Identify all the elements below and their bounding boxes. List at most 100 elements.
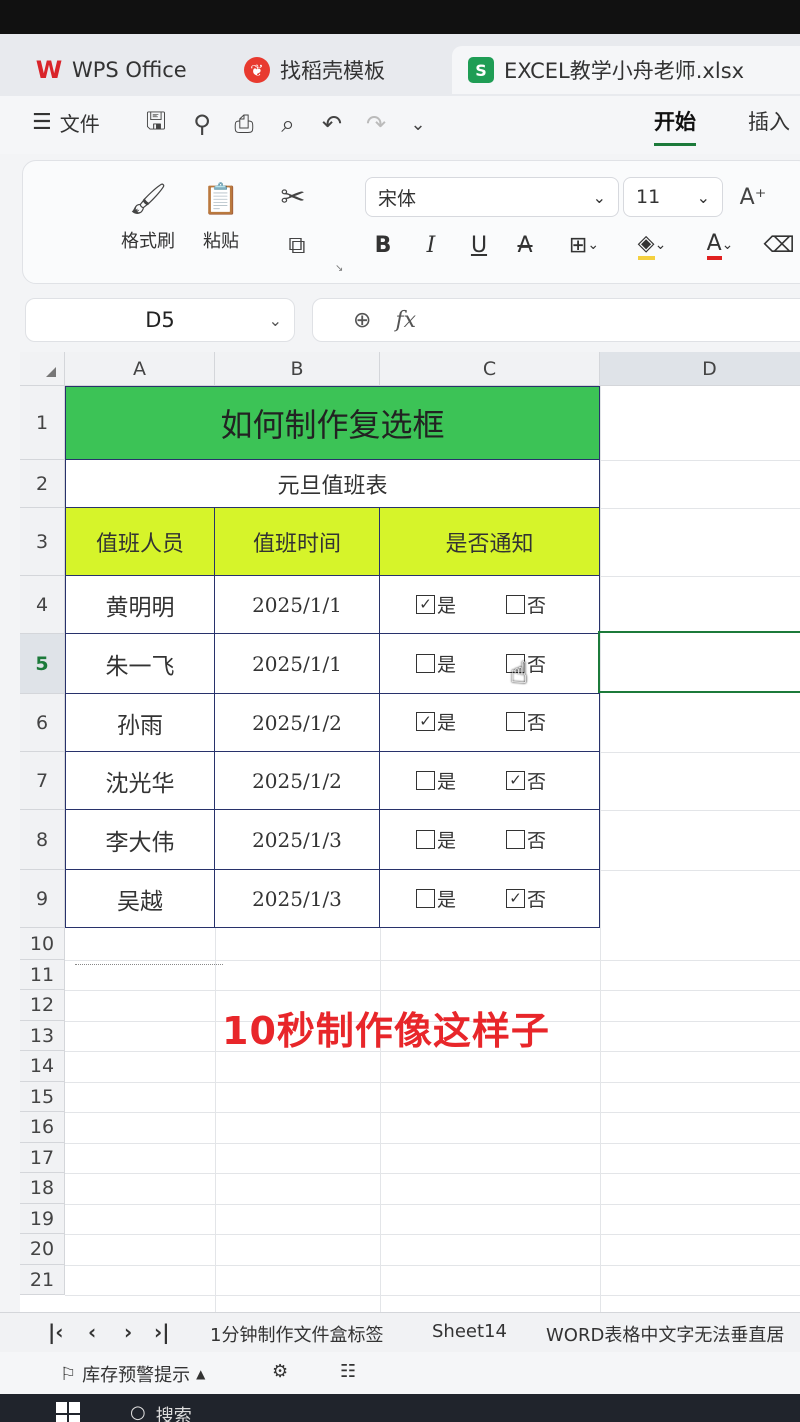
chevron-down-icon[interactable]: ⌄ [404, 110, 432, 138]
header-cell-notify[interactable]: 是否通知 [380, 508, 600, 576]
paste-button[interactable]: 📋 粘贴 [202, 181, 239, 253]
print-preview-icon[interactable]: ⌕ [274, 110, 302, 138]
row-header[interactable]: 10 [20, 928, 65, 960]
sheet-tab[interactable]: WORD表格中文字无法垂直居 [546, 1321, 784, 1347]
header-cell-date[interactable]: 值班时间 [215, 508, 380, 576]
tab-docer[interactable]: ❦ 找稻壳模板 [228, 46, 401, 94]
expand-icon[interactable]: ↘ [335, 263, 343, 274]
save-icon[interactable]: 🖫 [142, 107, 170, 138]
sheet-tab[interactable]: 1分钟制作文件盒标签 [210, 1321, 383, 1347]
copy-icon[interactable]: ⧉ [279, 227, 315, 263]
ribbon-tab-insert[interactable]: 插入 [748, 106, 790, 136]
tab-wps-office[interactable]: W WPS Office [20, 46, 203, 94]
sheet-tab[interactable]: Sheet14 [432, 1321, 507, 1342]
row-header[interactable]: 1 [20, 386, 65, 460]
checkbox-no[interactable]: ✓ 否 [506, 767, 546, 794]
row-header[interactable]: 14 [20, 1051, 65, 1082]
cell-date[interactable]: 2025/1/1 [215, 634, 380, 694]
selected-cell-d5[interactable] [598, 631, 800, 693]
sheet-title[interactable]: 如何制作复选框 [65, 386, 600, 460]
checkbox-yes[interactable]: 是 [416, 650, 456, 677]
italic-button[interactable]: I [415, 229, 447, 261]
spreadsheet-grid[interactable]: A B C D 1 2 3 4 5 6 7 8 9 10 11 12 13 14… [20, 352, 800, 1312]
cell-notify[interactable] [380, 694, 600, 752]
underline-button[interactable]: U [463, 229, 495, 261]
increase-font-icon[interactable]: A⁺ [735, 179, 771, 215]
checkbox-no[interactable]: 否 [506, 826, 546, 853]
layout-icon[interactable]: ☷ [340, 1361, 356, 1382]
sheet-subtitle[interactable]: 元旦值班表 [65, 460, 600, 508]
col-header-c[interactable]: C [380, 352, 600, 386]
first-sheet-icon[interactable]: |‹ [48, 1320, 64, 1344]
row-header[interactable]: 6 [20, 694, 65, 752]
name-box[interactable]: D5 ⌄ [25, 298, 295, 342]
zoom-search-icon[interactable]: ⊕ [353, 308, 371, 333]
cell-name[interactable]: 吴越 [65, 870, 215, 928]
cell-notify[interactable] [380, 576, 600, 634]
cell-date[interactable]: 2025/1/1 [215, 576, 380, 634]
row-header[interactable]: 9 [20, 870, 65, 928]
ribbon-tab-home[interactable]: 开始 [654, 106, 696, 146]
row-header[interactable]: 5 [20, 634, 65, 694]
strikethrough-button[interactable]: A [509, 229, 541, 261]
eraser-icon[interactable]: ⌫ [763, 229, 795, 261]
cut-icon[interactable]: ✂ [275, 179, 311, 215]
row-header[interactable]: 18 [20, 1173, 65, 1204]
file-menu[interactable]: ☰ 文件 [32, 108, 100, 137]
windows-start-icon[interactable] [56, 1402, 80, 1422]
row-header[interactable]: 12 [20, 990, 65, 1021]
row-header[interactable]: 21 [20, 1265, 65, 1295]
row-header[interactable]: 11 [20, 960, 65, 990]
row-header[interactable]: 2 [20, 460, 65, 508]
cell-notify[interactable] [380, 752, 600, 810]
cell-date[interactable]: 2025/1/3 [215, 870, 380, 928]
checkbox-no[interactable]: ✓ 否 [506, 885, 546, 912]
bold-button[interactable]: B [367, 229, 399, 261]
cell-notify[interactable] [380, 634, 600, 694]
formula-bar[interactable]: ⊕ fx [312, 298, 800, 342]
cell-name[interactable]: 黄明明 [65, 576, 215, 634]
format-painter-button[interactable]: 🖌 格式刷 [121, 181, 175, 253]
row-header[interactable]: 8 [20, 810, 65, 870]
print-icon[interactable]: ⎙ [230, 110, 258, 138]
checkbox-yes[interactable]: ✓ 是 [416, 591, 456, 618]
macro-icon[interactable]: ⚙ [272, 1361, 288, 1382]
font-size-select[interactable]: 11 ⌄ [623, 177, 723, 217]
cell-name[interactable]: 朱一飞 [65, 634, 215, 694]
row-header[interactable]: 15 [20, 1082, 65, 1112]
next-sheet-icon[interactable]: › [124, 1320, 132, 1344]
borders-button[interactable]: ⊞ ⌄ [559, 229, 609, 261]
tab-excel-file[interactable]: S EXCEL教学小舟老师.xlsx [452, 46, 800, 94]
row-header[interactable]: 13 [20, 1021, 65, 1051]
checkbox-yes[interactable]: ✓ 是 [416, 708, 456, 735]
taskbar-search[interactable]: ○ 搜索 [130, 1402, 192, 1422]
cell-notify[interactable] [380, 810, 600, 870]
cell-date[interactable]: 2025/1/2 [215, 752, 380, 810]
cell-date[interactable]: 2025/1/2 [215, 694, 380, 752]
row-header[interactable]: 17 [20, 1143, 65, 1173]
checkbox-no[interactable]: 否 [506, 708, 546, 735]
stock-alert-button[interactable]: ⚐ 库存预警提示 ▲ [60, 1361, 205, 1387]
row-header[interactable]: 16 [20, 1112, 65, 1143]
font-name-select[interactable]: 宋体 ⌄ [365, 177, 619, 217]
share-icon[interactable]: ⚲ [188, 110, 216, 138]
col-header-b[interactable]: B [215, 352, 380, 386]
checkbox-yes[interactable]: 是 [416, 885, 456, 912]
row-header[interactable]: 4 [20, 576, 65, 634]
header-cell-name[interactable]: 值班人员 [65, 508, 215, 576]
undo-icon[interactable]: ↶ [318, 110, 346, 138]
cell-name[interactable]: 沈光华 [65, 752, 215, 810]
fx-icon[interactable]: fx [395, 308, 416, 333]
row-header[interactable]: 7 [20, 752, 65, 810]
last-sheet-icon[interactable]: ›| [154, 1320, 170, 1344]
font-color-button[interactable]: A ⌄ [695, 229, 745, 261]
col-header-a[interactable]: A [65, 352, 215, 386]
checkbox-yes[interactable]: 是 [416, 767, 456, 794]
prev-sheet-icon[interactable]: ‹ [88, 1320, 96, 1344]
cell-date[interactable]: 2025/1/3 [215, 810, 380, 870]
row-header[interactable]: 3 [20, 508, 65, 576]
checkbox-yes[interactable]: 是 [416, 826, 456, 853]
cell-notify[interactable] [380, 870, 600, 928]
col-header-d[interactable]: D [600, 352, 800, 386]
row-header[interactable]: 20 [20, 1234, 65, 1265]
